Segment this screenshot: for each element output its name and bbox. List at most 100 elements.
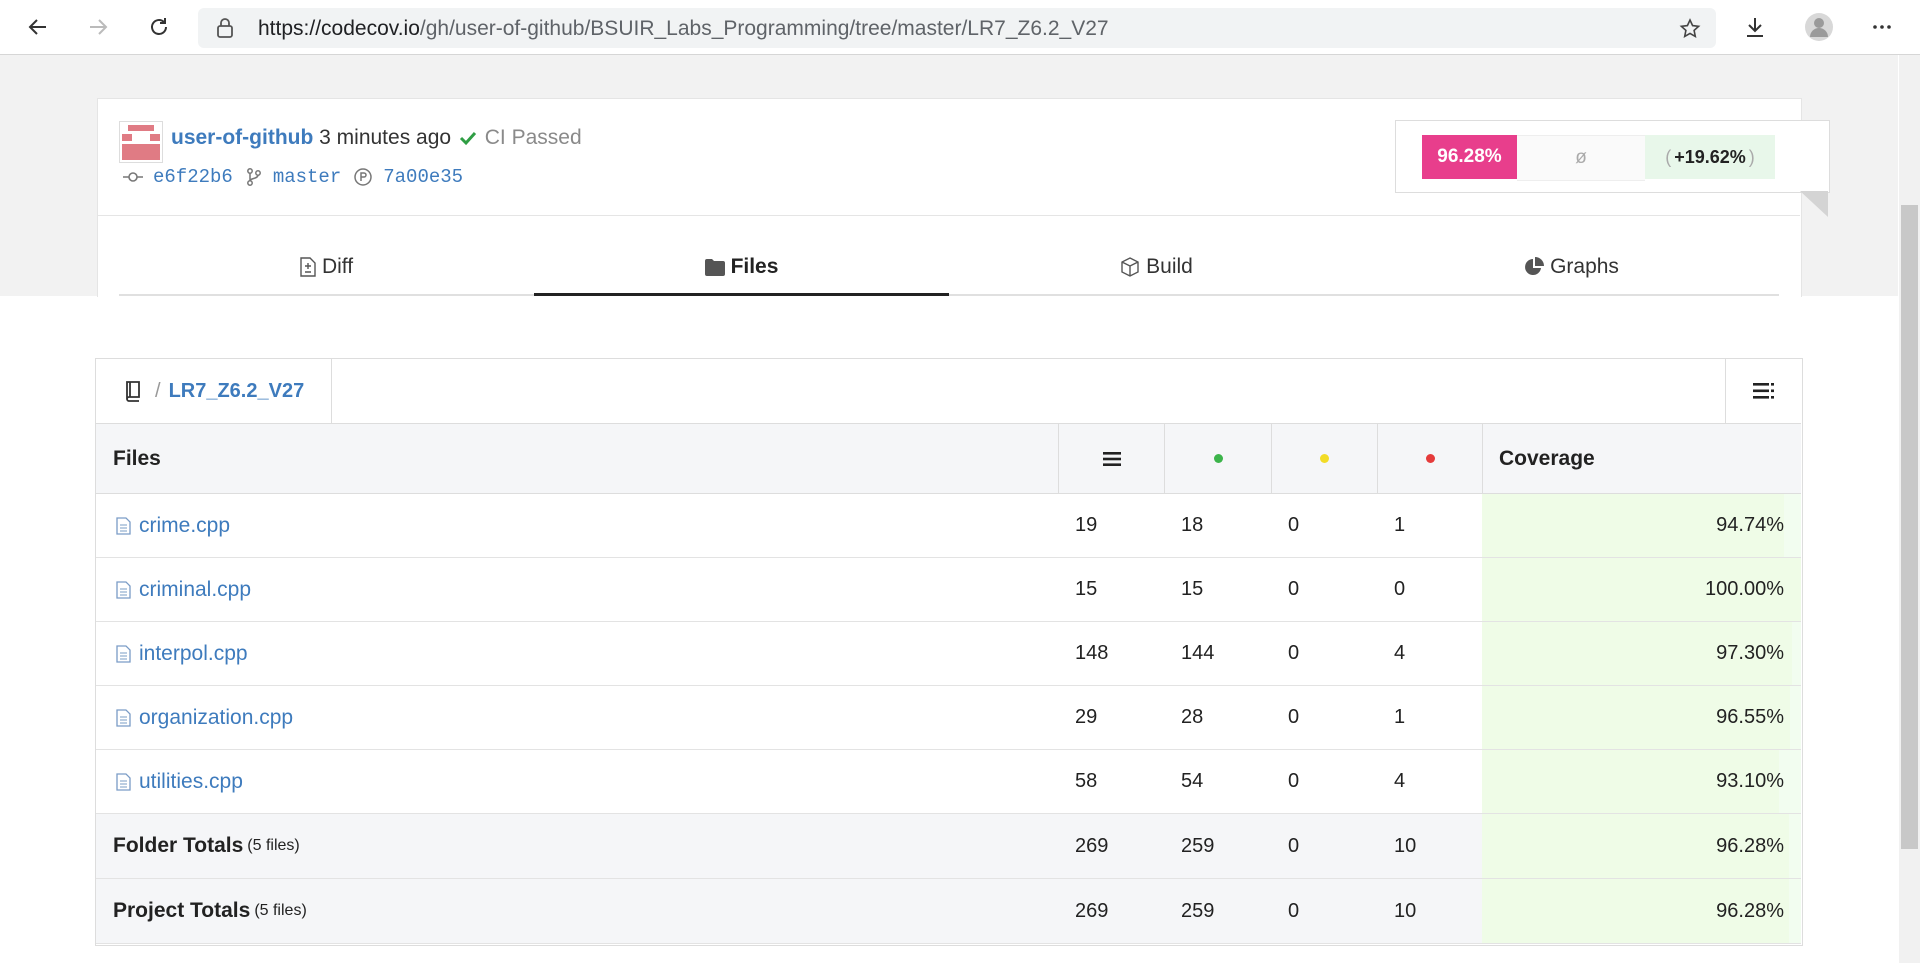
hits-cell: 18: [1181, 514, 1204, 536]
hits-cell: 15: [1181, 578, 1204, 600]
partials-cell: 0: [1288, 642, 1300, 664]
back-button[interactable]: [20, 9, 56, 45]
misses-cell: 1: [1394, 706, 1406, 728]
file-cell: utilities.cpp: [116, 750, 243, 813]
table-header: Files Coverage: [96, 424, 1801, 494]
favorite-star-icon[interactable]: [1678, 17, 1702, 41]
partials-column-header[interactable]: [1272, 424, 1377, 493]
lock-icon: [217, 18, 233, 38]
project-totals-label: Project Totals: [113, 899, 251, 922]
file-icon: [116, 772, 131, 791]
files-column-header[interactable]: Files: [113, 424, 161, 493]
tab-build[interactable]: Build: [949, 250, 1364, 284]
file-icon: [116, 516, 131, 535]
file-link[interactable]: crime.cpp: [139, 514, 230, 538]
browser-menu-button[interactable]: [1864, 9, 1900, 45]
url-host: https://codecov.io: [258, 17, 420, 40]
file-link[interactable]: interpol.cpp: [139, 642, 248, 666]
commit-sha-link[interactable]: e6f22b6: [153, 166, 233, 188]
partials-cell: 0: [1288, 770, 1300, 792]
lines-icon: [1102, 451, 1121, 466]
file-cell: organization.cpp: [116, 686, 293, 749]
misses-cell: 10: [1394, 834, 1417, 857]
misses-cell: 4: [1394, 770, 1406, 792]
breadcrumb-folder-link[interactable]: LR7_Z6.2_V27: [169, 380, 305, 403]
reload-button[interactable]: [141, 9, 177, 45]
coverage-column-header[interactable]: Coverage: [1499, 424, 1595, 493]
reload-icon: [151, 18, 167, 35]
commit-time: 3 minutes ago: [319, 126, 452, 149]
file-icon: [116, 708, 131, 727]
lines-column-header[interactable]: [1059, 424, 1164, 493]
commit-author-link[interactable]: user-of-github: [171, 126, 313, 149]
hits-cell: 259: [1181, 834, 1215, 857]
project-totals-label-cell: Project Totals (5 files): [113, 879, 307, 943]
coverage-value: 96.28%: [1716, 834, 1784, 857]
table-row: organization.cpp 29 28 0 1 96.55%: [96, 686, 1801, 750]
coverage-badge: 96.28%: [1422, 135, 1517, 179]
coverage-value: 94.74%: [1716, 514, 1784, 536]
misses-cell: 4: [1394, 642, 1406, 664]
branch-icon: [246, 168, 261, 186]
repo-book-icon[interactable]: [125, 380, 143, 402]
tabs-separator: [97, 215, 1800, 216]
ci-status: CI Passed: [484, 126, 582, 149]
active-tab-indicator: [534, 293, 949, 296]
url-path: /gh/user-of-github/BSUIR_Labs_Programmin…: [419, 17, 1109, 40]
view-options-button[interactable]: [1725, 359, 1801, 423]
parent-commit-link[interactable]: 7a00e35: [383, 166, 463, 188]
coverage-value: 93.10%: [1716, 770, 1784, 792]
commit-refs: e6f22b6 master 7a00e35: [123, 166, 463, 188]
misses-cell: 0: [1394, 578, 1406, 600]
patch-coverage-na: ø: [1517, 135, 1645, 181]
file-link[interactable]: criminal.cpp: [139, 578, 251, 602]
hits-cell: 259: [1181, 899, 1215, 922]
hits-column-header[interactable]: [1165, 424, 1271, 493]
pull-request-icon: [354, 168, 372, 186]
table-row: criminal.cpp 15 15 0 0 100.00%: [96, 558, 1801, 622]
download-icon: [1747, 18, 1763, 37]
coverage-cell: 96.28%: [1482, 814, 1801, 878]
delta-close-paren: ): [1748, 146, 1755, 167]
table-row: utilities.cpp 58 54 0 4 93.10%: [96, 750, 1801, 814]
partials-cell: 0: [1288, 834, 1300, 857]
address-bar[interactable]: https://codecov.io/gh/user-of-github/BSU…: [198, 8, 1716, 48]
file-link[interactable]: organization.cpp: [139, 706, 293, 730]
tab-files[interactable]: Files: [534, 250, 949, 284]
tab-files-label: Files: [730, 255, 779, 278]
profile-button[interactable]: [1801, 9, 1837, 45]
file-link[interactable]: utilities.cpp: [139, 770, 243, 794]
branch-link[interactable]: master: [273, 166, 341, 188]
table-row: interpol.cpp 148 144 0 4 97.30%: [96, 622, 1801, 686]
tab-diff-label: Diff: [321, 255, 354, 278]
file-cell: crime.cpp: [116, 494, 230, 557]
coverage-cell: 100.00%: [1482, 558, 1801, 621]
column-divider: [1482, 424, 1483, 493]
identicon: [122, 125, 160, 160]
hit-dot-icon: [1213, 454, 1223, 463]
partials-cell: 0: [1288, 706, 1300, 728]
partials-cell: 0: [1288, 899, 1300, 922]
misses-column-header[interactable]: [1378, 424, 1482, 493]
coverage-cell: 96.55%: [1482, 686, 1801, 749]
scrollbar-thumb[interactable]: [1901, 205, 1918, 849]
tab-graphs[interactable]: Graphs: [1364, 250, 1779, 284]
project-totals-count: (5 files): [254, 902, 307, 919]
hits-cell: 54: [1181, 770, 1204, 792]
lines-cell: 15: [1075, 578, 1098, 600]
url-text: https://codecov.io/gh/user-of-github/BSU…: [258, 17, 1109, 41]
lines-cell: 269: [1075, 834, 1109, 857]
coverage-value: 100.00%: [1705, 578, 1784, 600]
card-fold-corner: [1800, 191, 1828, 217]
cube-icon: [1121, 257, 1139, 277]
coverage-delta-value: +19.62%: [1674, 146, 1746, 167]
downloads-button[interactable]: [1737, 9, 1773, 45]
coverage-value: 96.28%: [1716, 899, 1784, 922]
diff-icon: [300, 257, 316, 277]
commit-icon: [123, 172, 143, 182]
forward-button[interactable]: [80, 9, 116, 45]
tab-diff[interactable]: Diff: [119, 250, 534, 284]
user-avatar[interactable]: [119, 121, 163, 163]
more-horizontal-icon: [1873, 25, 1891, 29]
check-icon: [459, 131, 477, 146]
